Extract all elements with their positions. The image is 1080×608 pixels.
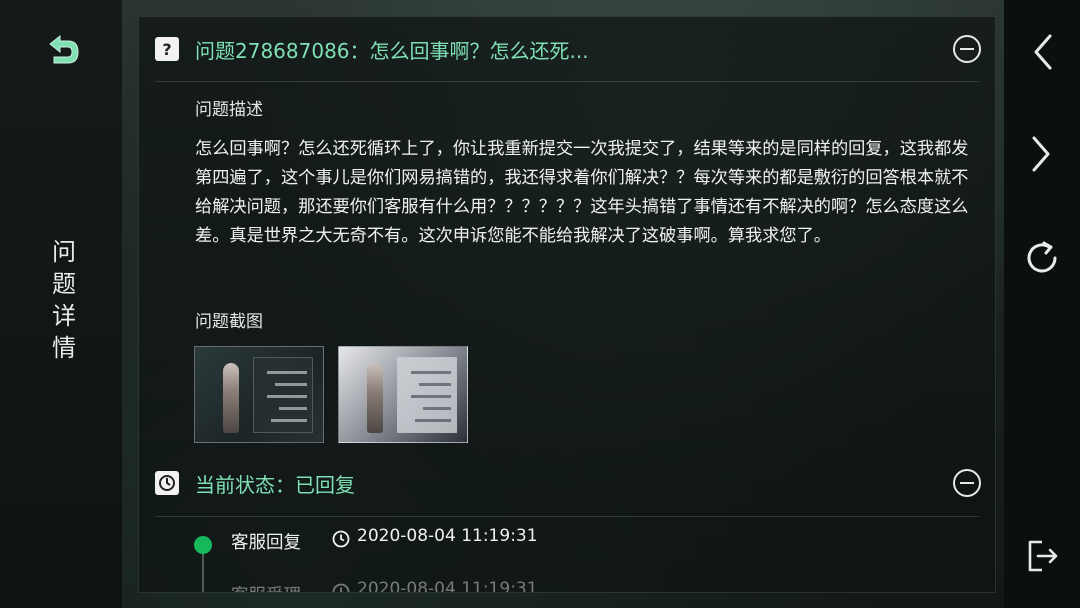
page-title-char: 题 <box>52 270 76 298</box>
question-mark-icon: ? <box>155 37 179 61</box>
refresh-button[interactable] <box>1018 234 1066 282</box>
question-title: 问题278687086：怎么回事啊？怎么还死... <box>195 38 589 63</box>
screenshots-label: 问题截图 <box>195 312 263 332</box>
clock-icon <box>332 530 350 548</box>
left-rail: 问 题 详 情 <box>0 0 122 608</box>
right-rail <box>1004 0 1080 608</box>
timeline-time: 2020-08-04 11:19:31 <box>357 579 538 593</box>
collapse-status-button[interactable] <box>953 469 981 497</box>
page-title-char: 问 <box>52 238 76 266</box>
timeline-line <box>202 553 204 592</box>
timeline-time: 2020-08-04 11:19:31 <box>357 526 538 546</box>
exit-button[interactable] <box>1018 532 1066 580</box>
question-header: ? 问题278687086：怎么回事啊？怎么还死... <box>139 17 995 81</box>
timeline-label: 客服受理 <box>231 582 301 592</box>
screenshot-thumbnail[interactable] <box>194 346 324 443</box>
description-text: 怎么回事啊？怎么还死循环上了，你让我重新提交一次我提交了，结果等来的是同样的回复… <box>195 139 969 246</box>
divider <box>155 81 979 82</box>
previous-button[interactable] <box>1018 28 1066 76</box>
divider <box>155 516 979 517</box>
timeline-dot <box>194 536 212 554</box>
page-title-char: 情 <box>52 334 76 362</box>
back-arrow-icon <box>49 34 79 64</box>
chevron-left-icon <box>1034 34 1052 70</box>
page-title: 问 题 详 情 <box>44 236 84 364</box>
collapse-question-button[interactable] <box>953 35 981 63</box>
character-figure <box>367 363 383 433</box>
clock-icon <box>155 471 179 495</box>
back-button[interactable] <box>40 32 84 72</box>
chevron-right-icon <box>1032 136 1050 172</box>
screenshot-thumbnail[interactable] <box>338 346 468 443</box>
timeline-label: 客服回复 <box>231 533 301 553</box>
question-detail-panel[interactable]: ? 问题278687086：怎么回事啊？怎么还死... 问题描述 怎么回事啊？怎… <box>138 16 996 593</box>
page-title-char: 详 <box>52 302 76 330</box>
status-title: 当前状态：已回复 <box>195 472 355 497</box>
character-figure <box>223 363 239 433</box>
clock-icon <box>332 583 350 592</box>
exit-icon <box>1028 540 1058 572</box>
description-label: 问题描述 <box>195 100 263 120</box>
next-button[interactable] <box>1018 130 1066 178</box>
main-stage: ? 问题278687086：怎么回事啊？怎么还死... 问题描述 怎么回事啊？怎… <box>122 0 1004 608</box>
status-header: 当前状态：已回复 <box>139 451 995 515</box>
refresh-icon <box>1027 241 1057 273</box>
